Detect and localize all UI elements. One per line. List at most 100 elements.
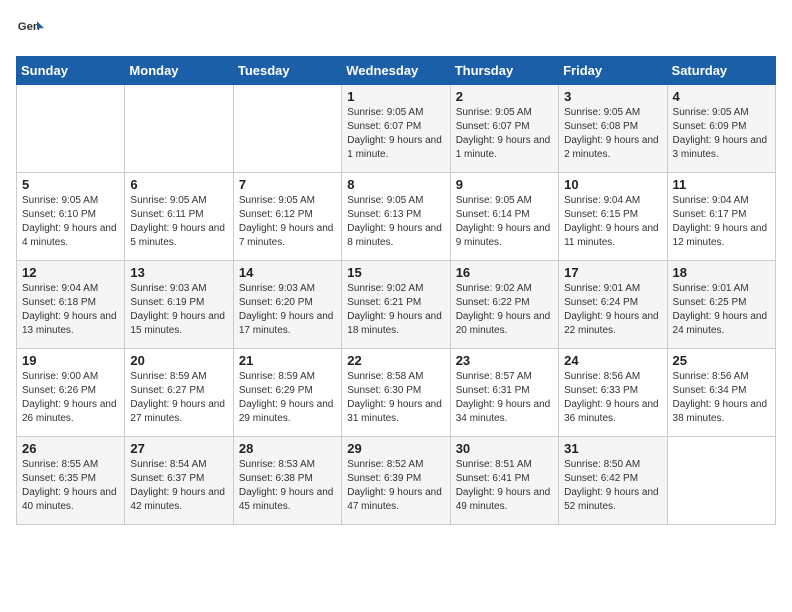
day-number: 9 [456,177,553,192]
calendar-cell: 13Sunrise: 9:03 AM Sunset: 6:19 PM Dayli… [125,261,233,349]
day-info: Sunrise: 9:05 AM Sunset: 6:09 PM Dayligh… [673,106,770,162]
day-info: Sunrise: 9:05 AM Sunset: 6:11 PM Dayligh… [130,194,227,250]
day-number: 31 [564,441,661,456]
week-row-1: 5 Sunrise: 9:05 AM Sunset: 6:10 PM Daylig… [17,173,776,261]
day-number: 4 [673,89,770,104]
calendar-cell [233,85,341,173]
day-info: Sunrise: 8:56 AM Sunset: 6:33 PM Dayligh… [564,370,661,426]
day-info: Sunrise: 8:56 AM Sunset: 6:34 PM Dayligh… [673,370,770,426]
day-info: Sunrise: 9:01 AM Sunset: 6:25 PM Dayligh… [673,282,770,338]
calendar-cell: 22 Sunrise: 8:58 AM Sunset: 6:30 PM Dayli… [342,349,450,437]
header-monday: Monday [125,57,233,85]
calendar-cell: 11Sunrise: 9:04 AM Sunset: 6:17 PM Dayli… [667,173,775,261]
calendar-cell: 28 Sunrise: 8:53 AM Sunset: 6:38 PM Dayli… [233,437,341,525]
day-number: 28 [239,441,336,456]
day-number: 7 [239,177,336,192]
logo: Gen [16,16,48,44]
header-wednesday: Wednesday [342,57,450,85]
day-info: Sunrise: 8:58 AM Sunset: 6:30 PM Dayligh… [347,370,444,426]
day-info: Sunrise: 8:55 AM Sunset: 6:35 PM Dayligh… [22,458,119,514]
calendar-cell: 12 Sunrise: 9:04 AM Sunset: 6:18 PM Dayli… [17,261,125,349]
day-number: 24 [564,353,661,368]
calendar-cell: 1Sunrise: 9:05 AM Sunset: 6:07 PM Daylig… [342,85,450,173]
calendar-table: SundayMondayTuesdayWednesdayThursdayFrid… [16,56,776,525]
calendar-cell: 19 Sunrise: 9:00 AM Sunset: 6:26 PM Dayli… [17,349,125,437]
day-info: Sunrise: 9:05 AM Sunset: 6:07 PM Dayligh… [456,106,553,162]
day-info: Sunrise: 9:03 AM Sunset: 6:20 PM Dayligh… [239,282,336,338]
calendar-cell: 17Sunrise: 9:01 AM Sunset: 6:24 PM Dayli… [559,261,667,349]
day-number: 23 [456,353,553,368]
calendar-cell: 29 Sunrise: 8:52 AM Sunset: 6:39 PM Dayli… [342,437,450,525]
week-row-2: 12 Sunrise: 9:04 AM Sunset: 6:18 PM Dayli… [17,261,776,349]
day-number: 19 [22,353,119,368]
calendar-cell: 26Sunrise: 8:55 AM Sunset: 6:35 PM Dayli… [17,437,125,525]
calendar-cell [667,437,775,525]
calendar-cell: 23 Sunrise: 8:57 AM Sunset: 6:31 PM Dayli… [450,349,558,437]
day-number: 8 [347,177,444,192]
day-info: Sunrise: 9:02 AM Sunset: 6:21 PM Dayligh… [347,282,444,338]
week-row-4: 26Sunrise: 8:55 AM Sunset: 6:35 PM Dayli… [17,437,776,525]
calendar-cell: 9 Sunrise: 9:05 AM Sunset: 6:14 PM Daylig… [450,173,558,261]
day-number: 6 [130,177,227,192]
logo-icon: Gen [16,16,44,44]
day-number: 5 [22,177,119,192]
calendar-cell: 27 Sunrise: 8:54 AM Sunset: 6:37 PM Dayli… [125,437,233,525]
header-tuesday: Tuesday [233,57,341,85]
day-number: 21 [239,353,336,368]
header-friday: Friday [559,57,667,85]
calendar-header-row: SundayMondayTuesdayWednesdayThursdayFrid… [17,57,776,85]
calendar-cell: 24 Sunrise: 8:56 AM Sunset: 6:33 PM Dayli… [559,349,667,437]
day-number: 10 [564,177,661,192]
day-number: 27 [130,441,227,456]
svg-text:Gen: Gen [18,21,40,33]
calendar-cell: 10Sunrise: 9:04 AM Sunset: 6:15 PM Dayli… [559,173,667,261]
calendar-cell: 5 Sunrise: 9:05 AM Sunset: 6:10 PM Daylig… [17,173,125,261]
calendar-cell: 18 Sunrise: 9:01 AM Sunset: 6:25 PM Dayli… [667,261,775,349]
calendar-cell: 16 Sunrise: 9:02 AM Sunset: 6:22 PM Dayli… [450,261,558,349]
day-info: Sunrise: 9:05 AM Sunset: 6:14 PM Dayligh… [456,194,553,250]
day-info: Sunrise: 9:04 AM Sunset: 6:17 PM Dayligh… [673,194,770,250]
header-saturday: Saturday [667,57,775,85]
calendar-cell: 6 Sunrise: 9:05 AM Sunset: 6:11 PM Daylig… [125,173,233,261]
day-number: 16 [456,265,553,280]
day-number: 2 [456,89,553,104]
day-info: Sunrise: 9:05 AM Sunset: 6:10 PM Dayligh… [22,194,119,250]
week-row-0: 1Sunrise: 9:05 AM Sunset: 6:07 PM Daylig… [17,85,776,173]
day-info: Sunrise: 9:02 AM Sunset: 6:22 PM Dayligh… [456,282,553,338]
calendar-cell: 7Sunrise: 9:05 AM Sunset: 6:12 PM Daylig… [233,173,341,261]
calendar-cell: 3 Sunrise: 9:05 AM Sunset: 6:08 PM Daylig… [559,85,667,173]
header-sunday: Sunday [17,57,125,85]
day-number: 12 [22,265,119,280]
calendar-cell: 2 Sunrise: 9:05 AM Sunset: 6:07 PM Daylig… [450,85,558,173]
day-info: Sunrise: 8:54 AM Sunset: 6:37 PM Dayligh… [130,458,227,514]
header: Gen [16,16,776,44]
day-info: Sunrise: 8:51 AM Sunset: 6:41 PM Dayligh… [456,458,553,514]
day-info: Sunrise: 8:59 AM Sunset: 6:27 PM Dayligh… [130,370,227,426]
day-number: 3 [564,89,661,104]
calendar-cell: 30Sunrise: 8:51 AM Sunset: 6:41 PM Dayli… [450,437,558,525]
day-number: 29 [347,441,444,456]
day-number: 14 [239,265,336,280]
day-info: Sunrise: 8:52 AM Sunset: 6:39 PM Dayligh… [347,458,444,514]
day-info: Sunrise: 9:05 AM Sunset: 6:08 PM Dayligh… [564,106,661,162]
day-number: 22 [347,353,444,368]
calendar-cell [17,85,125,173]
calendar-cell: 25Sunrise: 8:56 AM Sunset: 6:34 PM Dayli… [667,349,775,437]
day-info: Sunrise: 9:04 AM Sunset: 6:18 PM Dayligh… [22,282,119,338]
week-row-3: 19 Sunrise: 9:00 AM Sunset: 6:26 PM Dayli… [17,349,776,437]
calendar-cell: 4 Sunrise: 9:05 AM Sunset: 6:09 PM Daylig… [667,85,775,173]
day-info: Sunrise: 8:53 AM Sunset: 6:38 PM Dayligh… [239,458,336,514]
day-number: 18 [673,265,770,280]
day-info: Sunrise: 9:00 AM Sunset: 6:26 PM Dayligh… [22,370,119,426]
calendar-cell: 31Sunrise: 8:50 AM Sunset: 6:42 PM Dayli… [559,437,667,525]
day-info: Sunrise: 8:57 AM Sunset: 6:31 PM Dayligh… [456,370,553,426]
calendar-cell: 8 Sunrise: 9:05 AM Sunset: 6:13 PM Daylig… [342,173,450,261]
day-info: Sunrise: 9:03 AM Sunset: 6:19 PM Dayligh… [130,282,227,338]
header-thursday: Thursday [450,57,558,85]
day-info: Sunrise: 9:05 AM Sunset: 6:13 PM Dayligh… [347,194,444,250]
day-number: 20 [130,353,227,368]
calendar-cell: 20 Sunrise: 8:59 AM Sunset: 6:27 PM Dayli… [125,349,233,437]
day-info: Sunrise: 8:59 AM Sunset: 6:29 PM Dayligh… [239,370,336,426]
day-number: 15 [347,265,444,280]
day-info: Sunrise: 9:01 AM Sunset: 6:24 PM Dayligh… [564,282,661,338]
